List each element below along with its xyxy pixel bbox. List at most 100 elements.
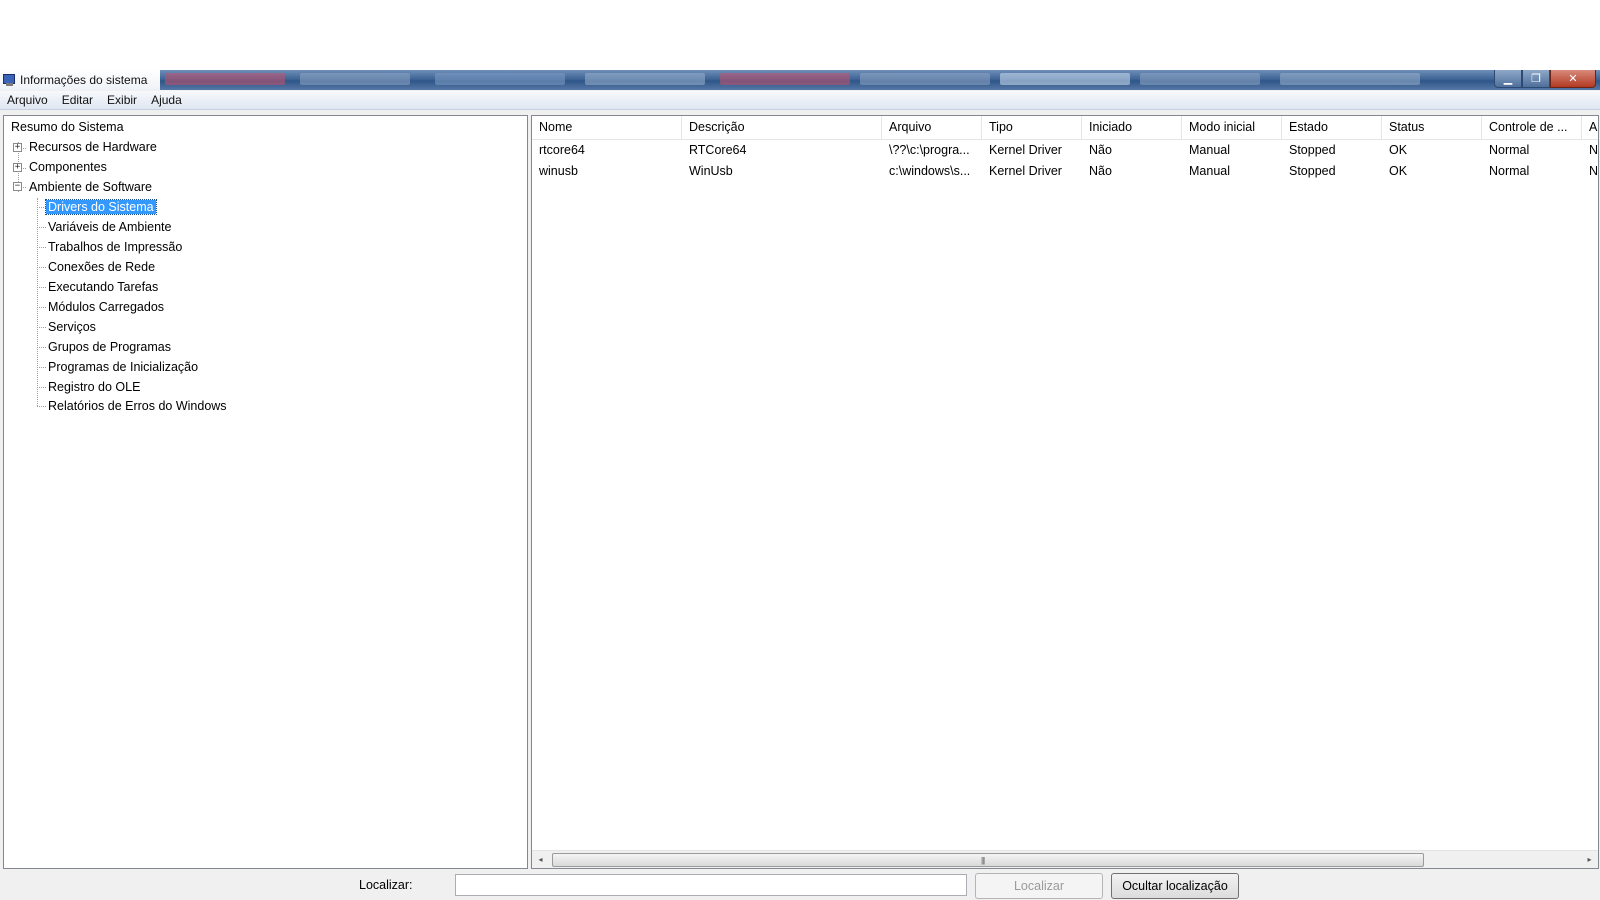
cell-a: N <box>1589 143 1598 157</box>
hide-find-button[interactable]: Ocultar localização <box>1111 873 1239 899</box>
system-info-icon <box>2 73 16 87</box>
close-button[interactable]: ✕ <box>1550 70 1596 88</box>
cell-tipo: Kernel Driver <box>989 143 1062 157</box>
tree-connector <box>37 387 46 388</box>
cell-status: OK <box>1389 164 1408 178</box>
cell-estado: Stopped <box>1289 164 1336 178</box>
column-header-estado[interactable]: Estado <box>1282 116 1382 139</box>
tree-item-label: Executando Tarefas <box>48 280 159 294</box>
tree-item-label: Componentes <box>29 160 107 174</box>
tree-connector <box>37 327 46 328</box>
tree-connector <box>37 227 46 228</box>
cell-status: OK <box>1389 143 1408 157</box>
tree-connector <box>37 307 46 308</box>
category-tree[interactable]: Resumo do Sistema + Recursos de Hardware… <box>3 115 528 869</box>
menu-bar: Arquivo Editar Exibir Ajuda <box>0 91 1600 110</box>
tree-item-ambiente-de-software[interactable]: Ambiente de Software <box>27 178 154 196</box>
column-header-iniciado[interactable]: Iniciado <box>1082 116 1182 139</box>
cell-controle: Normal <box>1489 143 1530 157</box>
menu-ajuda[interactable]: Ajuda <box>144 93 189 107</box>
tree-item-label: Relatórios de Erros do Windows <box>48 399 227 413</box>
column-header-controle[interactable]: Controle de ... <box>1482 116 1582 139</box>
tree-item-trabalhos-de-impressao[interactable]: Trabalhos de Impressão <box>46 238 184 256</box>
expand-icon[interactable]: + <box>13 163 22 172</box>
tree-item-label: Resumo do Sistema <box>11 120 124 134</box>
tree-item-resumo-do-sistema[interactable]: Resumo do Sistema <box>9 118 126 136</box>
cell-tipo: Kernel Driver <box>989 164 1062 178</box>
tree-item-recursos-de-hardware[interactable]: Recursos de Hardware <box>27 138 159 156</box>
column-header-nome[interactable]: Nome <box>532 116 682 139</box>
system-info-window: Informações do sistema ▁ ❐ ✕ Arquivo Edi… <box>0 70 1600 900</box>
details-list[interactable]: Nome Descrição Arquivo Tipo Iniciado Mod… <box>531 115 1599 869</box>
menu-editar[interactable]: Editar <box>55 93 100 107</box>
tree-item-label: Recursos de Hardware <box>29 140 157 154</box>
tree-item-modulos-carregados[interactable]: Módulos Carregados <box>46 298 166 316</box>
tree-item-relatorios-de-erros[interactable]: Relatórios de Erros do Windows <box>46 397 229 415</box>
grip-icon: ||| <box>981 856 985 865</box>
expand-icon[interactable]: + <box>13 143 22 152</box>
cell-arquivo: c:\windows\s... <box>889 164 971 178</box>
tree-item-label: Serviços <box>48 320 96 334</box>
tree-item-label: Programas de Inicialização <box>48 360 199 374</box>
tree-item-executando-tarefas[interactable]: Executando Tarefas <box>46 278 160 296</box>
find-button[interactable]: Localizar <box>975 873 1103 899</box>
column-header-arquivo[interactable]: Arquivo <box>882 116 982 139</box>
title-area: Informações do sistema <box>0 70 160 90</box>
tree-item-componentes[interactable]: Componentes <box>27 158 109 176</box>
tree-item-label: Grupos de Programas <box>48 340 171 354</box>
tree-item-label: Módulos Carregados <box>48 300 165 314</box>
tree-item-registro-do-ole[interactable]: Registro do OLE <box>46 378 142 396</box>
column-header-a[interactable]: A <box>1582 116 1598 139</box>
cell-nome: winusb <box>539 164 578 178</box>
cell-estado: Stopped <box>1289 143 1336 157</box>
column-header-descricao[interactable]: Descrição <box>682 116 882 139</box>
tree-connector <box>37 198 38 406</box>
table-row[interactable]: winusb WinUsb c:\windows\s... Kernel Dri… <box>532 161 1598 182</box>
title-bar[interactable]: Informações do sistema ▁ ❐ ✕ <box>0 70 1600 90</box>
tree-connector <box>37 267 46 268</box>
column-header-modo-inicial[interactable]: Modo inicial <box>1182 116 1282 139</box>
tree-item-programas-de-inicializacao[interactable]: Programas de Inicialização <box>46 358 200 376</box>
window-controls: ▁ ❐ ✕ <box>1494 70 1596 88</box>
tree-connector <box>37 287 46 288</box>
tree-connector <box>37 367 46 368</box>
maximize-button[interactable]: ❐ <box>1522 70 1550 88</box>
tree-item-drivers-do-sistema[interactable]: Drivers do Sistema <box>45 198 157 216</box>
cell-controle: Normal <box>1489 164 1530 178</box>
cell-arquivo: \??\c:\progra... <box>889 143 970 157</box>
tree-connector <box>37 406 46 407</box>
tree-connector <box>37 207 46 208</box>
find-label: Localizar: <box>359 878 413 892</box>
column-header-tipo[interactable]: Tipo <box>982 116 1082 139</box>
tree-item-conexoes-de-rede[interactable]: Conexões de Rede <box>46 258 157 276</box>
cell-modo-inicial: Manual <box>1189 143 1230 157</box>
find-input[interactable] <box>455 874 967 896</box>
tree-item-label-selected: Drivers do Sistema <box>45 199 157 215</box>
scroll-right-icon[interactable]: ▸ <box>1581 851 1598 868</box>
tree-item-label: Trabalhos de Impressão <box>48 240 183 254</box>
tree-item-grupos-de-programas[interactable]: Grupos de Programas <box>46 338 173 356</box>
find-bar: Localizar: Localizar Ocultar localização <box>0 870 1600 900</box>
menu-exibir[interactable]: Exibir <box>100 93 144 107</box>
cell-iniciado: Não <box>1089 164 1112 178</box>
tree-item-variaveis-de-ambiente[interactable]: Variáveis de Ambiente <box>46 218 173 236</box>
window-title: Informações do sistema <box>20 73 148 87</box>
minimize-button[interactable]: ▁ <box>1494 70 1522 88</box>
table-row[interactable]: rtcore64 RTCore64 \??\c:\progra... Kerne… <box>532 140 1598 161</box>
tree-connector <box>37 247 46 248</box>
menu-arquivo[interactable]: Arquivo <box>0 93 55 107</box>
horizontal-scrollbar[interactable]: ◂ ||| ▸ <box>532 850 1598 868</box>
cell-descricao: RTCore64 <box>689 143 747 157</box>
tree-item-label: Ambiente de Software <box>29 180 152 194</box>
scroll-left-icon[interactable]: ◂ <box>532 851 549 868</box>
cell-a: N <box>1589 164 1598 178</box>
tree-item-servicos[interactable]: Serviços <box>46 318 98 336</box>
scrollbar-thumb[interactable]: ||| <box>552 853 1424 867</box>
tree-connector <box>37 347 46 348</box>
cell-descricao: WinUsb <box>689 164 733 178</box>
list-header: Nome Descrição Arquivo Tipo Iniciado Mod… <box>532 116 1598 140</box>
tree-item-label: Variáveis de Ambiente <box>48 220 172 234</box>
cell-modo-inicial: Manual <box>1189 164 1230 178</box>
column-header-status[interactable]: Status <box>1382 116 1482 139</box>
collapse-icon[interactable]: − <box>13 182 22 191</box>
